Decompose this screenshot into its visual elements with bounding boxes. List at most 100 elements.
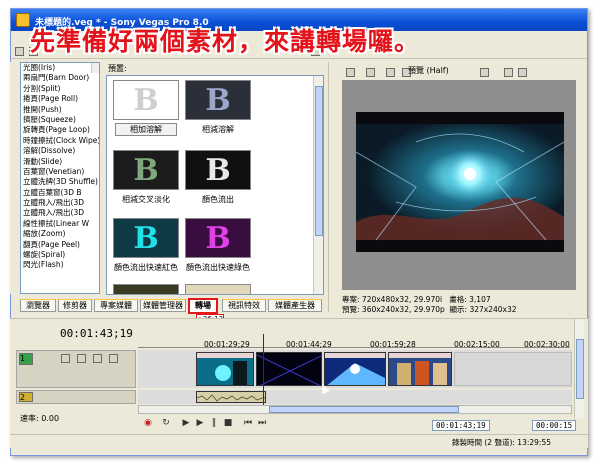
preset-label: 顏色流出 — [202, 195, 234, 204]
playhead-cursor[interactable] — [263, 334, 264, 406]
empty-region — [454, 352, 572, 386]
splitter-handle[interactable] — [328, 62, 336, 312]
play-icon[interactable]: ▶ — [194, 418, 206, 428]
list-item[interactable]: 翻頁(Page Peel) — [21, 240, 99, 250]
fx-icon[interactable] — [386, 68, 395, 77]
record-time-status: 錄製時間 (2 聲道): 13:29:55 — [452, 438, 551, 447]
list-item[interactable]: 縮放(Zoom) — [21, 229, 99, 239]
b-letter-icon: B — [205, 221, 231, 256]
list-item[interactable]: 旋轉頁(Page Loop) — [21, 125, 99, 135]
preset-label: 顏色流出快速綠色 — [186, 263, 250, 272]
list-item[interactable]: 立體飛入/飛出(3D — [21, 198, 99, 208]
list-item[interactable]: 線性擦拭(Linear W — [21, 219, 99, 229]
preview-info: 專案: 720x480x32, 29.970i 畫格: 3,107 預覽: 36… — [342, 295, 517, 315]
preset-thumbnail: B — [185, 150, 251, 190]
save-snapshot-icon[interactable] — [518, 68, 527, 77]
preview-quality-dropdown[interactable]: 預覽 (Half) — [408, 65, 449, 76]
preview-settings-icon[interactable] — [346, 68, 355, 77]
mute-icon[interactable] — [61, 354, 70, 363]
preset-label: 相減溶解 — [202, 125, 234, 134]
clip-header — [389, 353, 451, 358]
playback-rate[interactable]: 速率: 0.00 — [20, 413, 59, 424]
preset-item[interactable] — [183, 284, 253, 294]
tab-media-manager[interactable]: 媒體管理器 — [140, 299, 186, 312]
audio-clip[interactable] — [196, 391, 266, 403]
preset-item[interactable] — [111, 284, 181, 294]
timeline-ruler[interactable]: 00:01:29;29 00:01:44;29 00:01:59;28 00:0… — [138, 334, 570, 349]
waveform-icon — [197, 394, 265, 402]
preset-item[interactable]: B 相減溶解 — [183, 80, 253, 135]
audio-track-header[interactable]: 2 — [16, 390, 136, 404]
list-item[interactable]: 推開(Push) — [21, 105, 99, 115]
copy-snapshot-icon[interactable] — [504, 68, 513, 77]
loop-icon[interactable]: ↻ — [160, 418, 172, 428]
preset-item[interactable]: B 顏色流出快速綠色 — [183, 218, 253, 273]
list-item[interactable]: 滑動(Slide) — [21, 157, 99, 167]
preset-label: 相減交叉淡化 — [122, 195, 170, 204]
scroll-thumb[interactable] — [315, 86, 323, 236]
video-clip[interactable] — [388, 352, 452, 386]
list-item[interactable]: 閃光(Flash) — [21, 260, 99, 270]
cursor-timecode[interactable]: 00:01:43;19 — [432, 420, 490, 431]
clip-header — [325, 353, 385, 358]
timeline-vertical-scrollbar[interactable] — [574, 319, 584, 419]
fx-icon[interactable] — [93, 354, 102, 363]
preset-thumbnail — [185, 284, 251, 294]
video-clip[interactable] — [256, 352, 322, 386]
record-icon[interactable]: ◉ — [142, 418, 154, 428]
tab-trimmer[interactable]: 修剪器 — [58, 299, 92, 312]
video-track[interactable] — [138, 350, 572, 388]
list-item[interactable]: 百葉窗(Venetian) — [21, 167, 99, 177]
ruler-mark: 00:01:59;28 — [370, 340, 416, 349]
window-docking-tabs: 瀏覽器 修剪器 專案媒體 媒體管理器 轉場 視訊特效 媒體產生器 — [20, 297, 340, 314]
vegas-app-icon — [16, 13, 30, 27]
preset-item[interactable]: B 顏色流出快速紅色 — [111, 218, 181, 273]
external-monitor-icon[interactable] — [366, 68, 375, 77]
preset-item[interactable]: B 相減交叉淡化 — [111, 150, 181, 205]
timeline-timecode: 00:01:43;19 — [60, 327, 133, 340]
composite-icon[interactable] — [109, 354, 118, 363]
preset-item[interactable]: B 顏色流出 — [183, 150, 253, 205]
b-letter-icon: B — [133, 153, 159, 188]
preset-item[interactable]: B 相加溶解 — [111, 80, 181, 136]
list-item[interactable]: 溶解(Dissolve) — [21, 146, 99, 156]
go-to-end-icon[interactable]: ⏭ — [256, 418, 268, 428]
go-to-start-icon[interactable]: ⏮ — [242, 418, 254, 428]
video-clip[interactable] — [324, 352, 386, 386]
list-item[interactable]: 捲頁(Page Roll) — [21, 94, 99, 104]
play-from-start-icon[interactable]: ▶ — [180, 418, 192, 428]
left-dock-handle[interactable] — [10, 62, 18, 294]
tab-video-fx[interactable]: 視訊特效 — [222, 299, 266, 312]
stop-icon[interactable]: ■ — [222, 418, 234, 428]
tab-media-generators[interactable]: 媒體產生器 — [268, 299, 322, 312]
audio-track[interactable] — [138, 390, 572, 404]
list-scrollbar[interactable] — [91, 63, 99, 74]
selection-length-timecode[interactable]: 00:00:15 — [532, 420, 576, 431]
new-file-icon[interactable] — [15, 47, 24, 56]
timeline-horizontal-scrollbar[interactable] — [138, 405, 572, 414]
tab-project-media[interactable]: 專案媒體 — [94, 299, 138, 312]
list-item[interactable]: 光圈(Iris) — [21, 63, 99, 73]
list-item[interactable]: 兩扇門(Barn Door) — [21, 73, 99, 83]
list-item[interactable]: 立體洗牌(3D Shuffle) — [21, 177, 99, 187]
presets-scrollbar[interactable] — [313, 76, 323, 294]
list-item[interactable]: 立體百葉窗(3D B — [21, 188, 99, 198]
solo-icon[interactable] — [77, 354, 86, 363]
tab-transitions[interactable]: 轉場 — [188, 298, 218, 314]
video-clip[interactable] — [196, 352, 254, 386]
video-track-header[interactable]: 1 — [16, 350, 136, 388]
list-item[interactable]: 時鐘擦拭(Clock Wipe) — [21, 136, 99, 146]
scroll-thumb[interactable] — [269, 406, 459, 413]
scroll-thumb[interactable] — [576, 339, 584, 399]
display-label: 顯示: — [449, 305, 468, 314]
list-item[interactable]: 分割(Split) — [21, 84, 99, 94]
tab-explorer[interactable]: 瀏覽器 — [20, 299, 56, 312]
list-item[interactable]: 螺旋(Spiral) — [21, 250, 99, 260]
overlays-icon[interactable] — [480, 68, 489, 77]
preset-thumbnail: B — [185, 80, 251, 120]
list-item[interactable]: 立體飛入/飛出(3D — [21, 208, 99, 218]
pause-icon[interactable]: ‖ — [208, 418, 220, 428]
frame-value: 3,107 — [469, 295, 491, 304]
list-item[interactable]: 擠壓(Squeeze) — [21, 115, 99, 125]
preset-thumbnail — [113, 284, 179, 294]
